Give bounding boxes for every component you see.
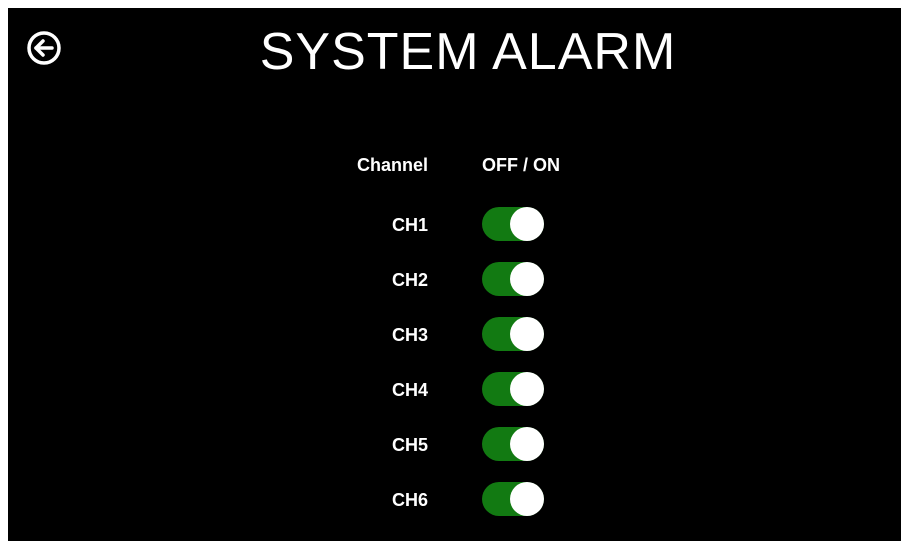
toggle-knob — [510, 427, 544, 461]
toggle-knob — [510, 317, 544, 351]
toggle-knob — [510, 482, 544, 516]
channel-row: CH6 — [8, 480, 901, 520]
toggle-knob — [510, 372, 544, 406]
ch4-toggle[interactable] — [482, 372, 544, 406]
ch6-toggle[interactable] — [482, 482, 544, 516]
ch3-toggle[interactable] — [482, 317, 544, 351]
channel-row: CH2 — [8, 260, 901, 300]
toggle-knob — [510, 207, 544, 241]
channel-label: CH3 — [391, 325, 428, 345]
toggle-knob — [510, 262, 544, 296]
channel-label: CH1 — [391, 215, 428, 235]
channel-label: CH5 — [391, 435, 428, 455]
channel-label: CH6 — [391, 490, 428, 510]
alarm-screen: SYSTEM ALARM Channel OFF / ON CH1 CH2 CH… — [8, 8, 901, 541]
off-on-column-header: OFF / ON — [482, 155, 560, 175]
channel-row: CH3 — [8, 315, 901, 355]
ch5-toggle[interactable] — [482, 427, 544, 461]
channel-row: CH1 — [8, 205, 901, 245]
channel-label: CH4 — [391, 380, 428, 400]
channel-column-header: Channel — [356, 155, 428, 175]
channel-row: CH4 — [8, 370, 901, 410]
ch2-toggle[interactable] — [482, 262, 544, 296]
channel-label: CH2 — [391, 270, 428, 290]
page-title: SYSTEM ALARM — [259, 23, 677, 81]
channel-row: CH5 — [8, 425, 901, 465]
ch1-toggle[interactable] — [482, 207, 544, 241]
